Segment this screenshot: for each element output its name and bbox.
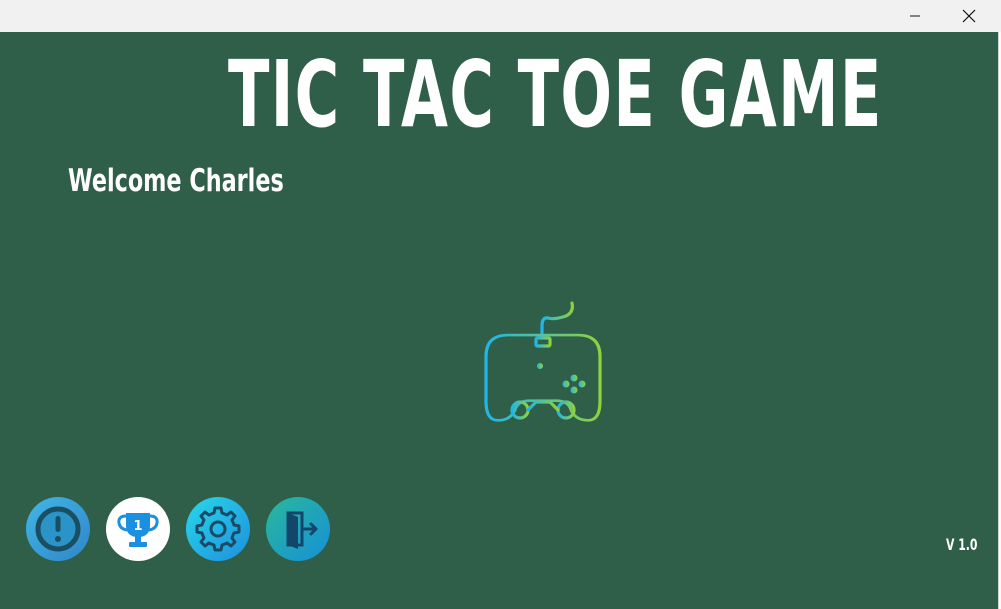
close-icon bbox=[962, 9, 976, 23]
exclamation-icon bbox=[35, 506, 81, 552]
trophy-icon: 1 bbox=[117, 513, 159, 547]
settings-button[interactable] bbox=[186, 497, 250, 561]
trophy-rank-label: 1 bbox=[133, 519, 142, 534]
exit-button[interactable] bbox=[266, 497, 330, 561]
leaderboard-button[interactable]: 1 bbox=[106, 497, 170, 561]
info-button[interactable] bbox=[26, 497, 90, 561]
version-label: V 1.0 bbox=[946, 535, 978, 554]
minimize-icon bbox=[910, 15, 920, 17]
welcome-message: Welcome Charles bbox=[68, 163, 284, 199]
page-title: TIC TAC TOE GAME bbox=[228, 41, 883, 148]
gamepad-icon bbox=[484, 301, 602, 422]
close-button[interactable] bbox=[946, 0, 992, 32]
title-bar bbox=[0, 0, 1001, 32]
minimize-button[interactable] bbox=[892, 0, 938, 32]
gear-icon bbox=[195, 506, 241, 552]
exit-door-icon bbox=[286, 511, 318, 549]
app-window: TIC TAC TOE GAME Welcome Charles 1 V 1.0 bbox=[0, 0, 1001, 609]
